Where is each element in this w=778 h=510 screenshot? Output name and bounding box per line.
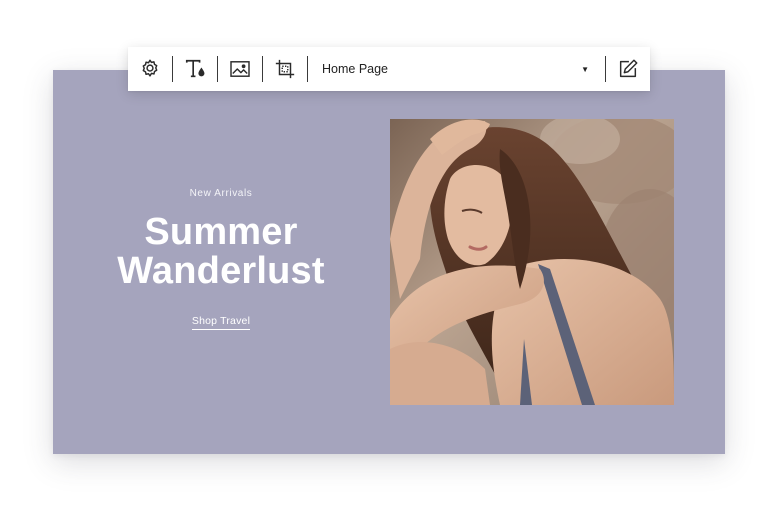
text-color-button[interactable]	[173, 47, 217, 91]
hero-image[interactable]	[390, 119, 674, 405]
settings-button[interactable]	[128, 47, 172, 91]
hero-eyebrow: New Arrivals	[189, 188, 253, 199]
hero-text-block: New Arrivals Summer Wanderlust Shop Trav…	[109, 188, 333, 330]
edit-button[interactable]	[606, 47, 650, 91]
gear-icon	[139, 58, 161, 80]
image-button[interactable]	[218, 47, 262, 91]
page-select[interactable]: Home Page ▼	[308, 47, 605, 91]
caret-down-icon: ▼	[581, 64, 589, 74]
portrait-photo	[390, 119, 674, 405]
hero-banner[interactable]: New Arrivals Summer Wanderlust Shop Trav…	[53, 70, 725, 454]
hero-headline: Summer Wanderlust	[117, 211, 325, 292]
editor-toolbar: Home Page ▼	[128, 47, 650, 91]
text-color-icon	[184, 58, 206, 80]
crop-icon	[274, 58, 296, 80]
edit-icon	[617, 58, 639, 80]
page-select-value: Home Page	[322, 62, 389, 76]
shop-travel-link[interactable]: Shop Travel	[191, 315, 251, 330]
crop-button[interactable]	[263, 47, 307, 91]
editor-stage: New Arrivals Summer Wanderlust Shop Trav…	[0, 0, 778, 510]
image-icon	[229, 60, 251, 78]
